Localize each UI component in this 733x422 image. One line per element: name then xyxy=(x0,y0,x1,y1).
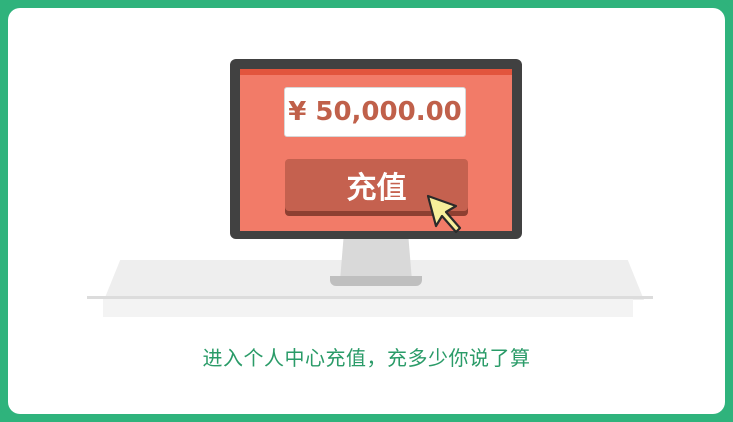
monitor-screen: ¥ 50,000.00 充值 xyxy=(240,69,512,231)
hand-pointer-icon xyxy=(426,194,462,234)
monitor-stand-base xyxy=(330,276,422,286)
amount-field[interactable]: ¥ 50,000.00 xyxy=(284,87,466,137)
screen-top-bar xyxy=(240,69,512,75)
illustration-card: ¥ 50,000.00 充值 进入个人中心充值，充多少你说了算 xyxy=(8,8,725,414)
monitor-stand xyxy=(340,237,412,281)
desk-front xyxy=(103,299,633,317)
monitor: ¥ 50,000.00 充值 xyxy=(230,59,522,239)
caption-text: 进入个人中心充值，充多少你说了算 xyxy=(202,346,531,370)
